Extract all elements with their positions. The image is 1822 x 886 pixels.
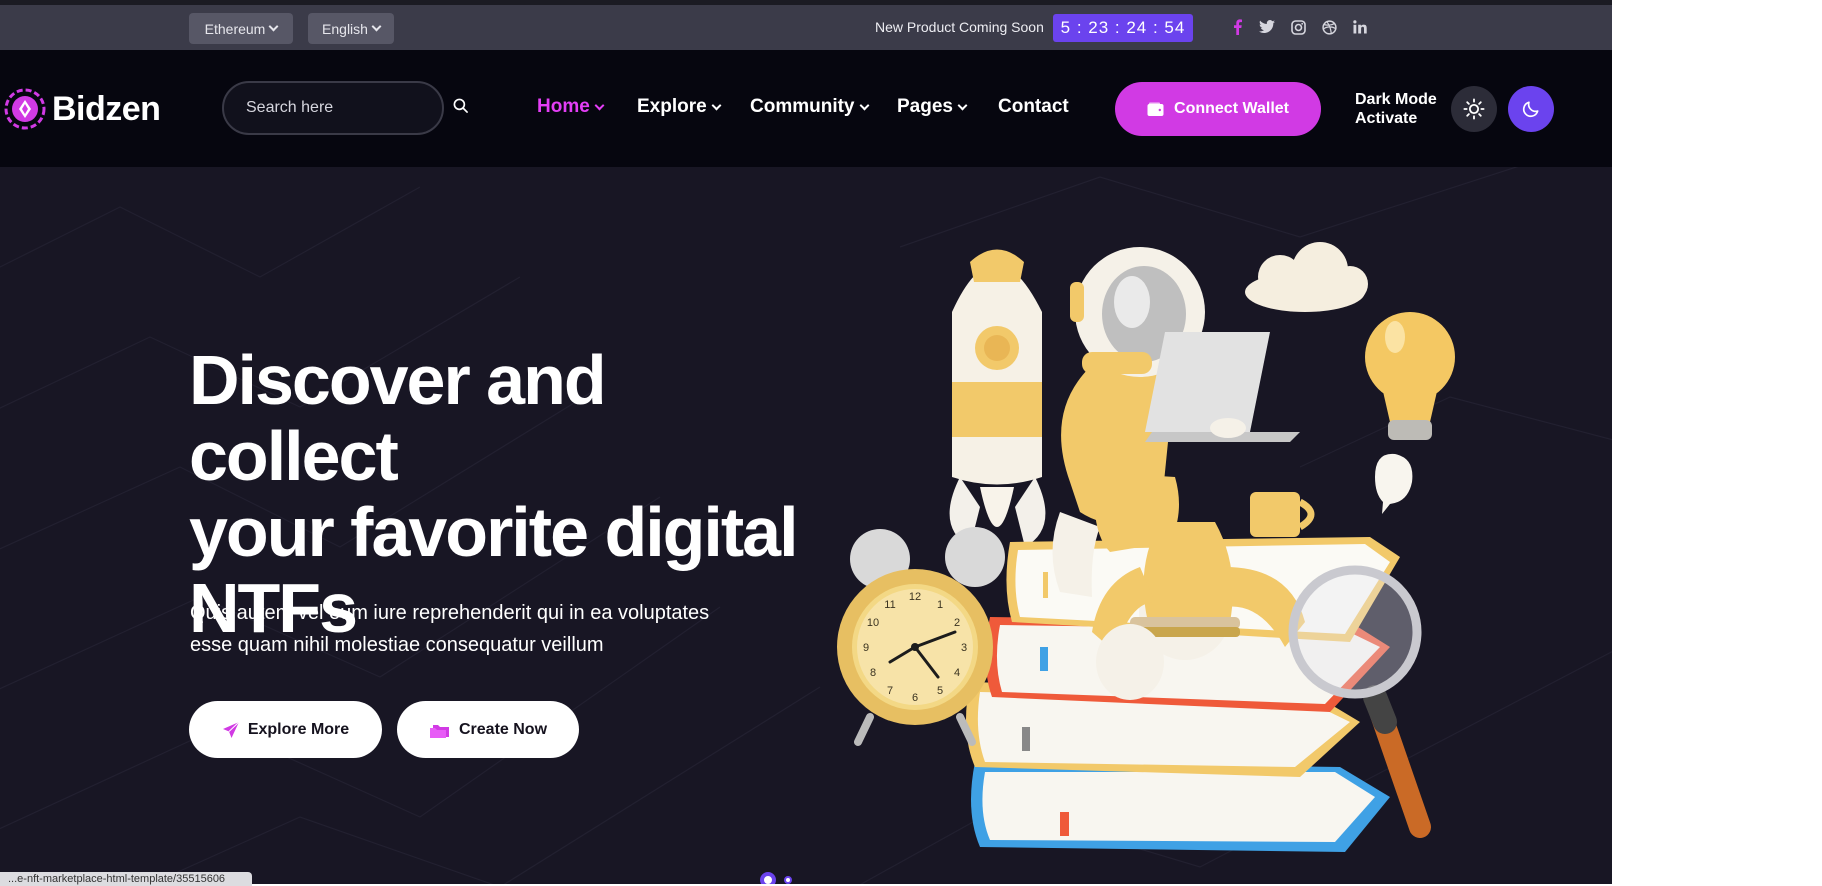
slider-pagination <box>760 872 792 884</box>
connect-wallet-label: Connect Wallet <box>1174 100 1289 117</box>
nav-contact-label: Contact <box>998 96 1069 117</box>
hero-section: Discover and collect your favorite digit… <box>0 167 1612 884</box>
countdown-timer: 5 : 23 : 24 : 54 <box>1053 14 1193 42</box>
svg-text:10: 10 <box>867 617 879 629</box>
search-input[interactable] <box>246 99 453 117</box>
svg-text:4: 4 <box>954 667 960 679</box>
svg-text:7: 7 <box>887 685 893 697</box>
svg-text:1: 1 <box>937 599 943 611</box>
chevron-down-icon <box>859 100 869 111</box>
logo-icon <box>4 88 46 130</box>
create-now-button[interactable]: Create Now <box>397 701 579 758</box>
lightbulb-icon <box>1365 312 1455 440</box>
light-mode-button[interactable] <box>1451 86 1497 132</box>
announcement-text: New Product Coming Soon <box>875 19 1044 35</box>
hero-title-line: your favorite digital <box>189 493 799 571</box>
logo-text: Bidzen <box>52 89 161 128</box>
facebook-icon[interactable] <box>1228 18 1246 36</box>
wallet-icon <box>1147 102 1164 116</box>
create-now-label: Create Now <box>458 720 548 738</box>
moon-icon <box>1522 101 1539 118</box>
dribbble-icon[interactable] <box>1320 18 1338 36</box>
hero-title-line: Discover and collect <box>189 341 607 495</box>
svg-text:5: 5 <box>937 685 943 697</box>
hero-subtitle: Quis autem vel eum iure reprehenderit qu… <box>190 597 750 661</box>
svg-text:6: 6 <box>912 692 918 704</box>
speech-bubble-icon <box>1375 453 1413 514</box>
logo[interactable]: Bidzen <box>4 88 161 130</box>
network-select[interactable]: Ethereum <box>189 13 293 44</box>
linkedin-icon[interactable] <box>1351 18 1369 36</box>
hero-subtitle-line: Quis autem vel eum iure reprehenderit qu… <box>190 602 710 624</box>
svg-text:3: 3 <box>961 642 967 654</box>
nav-home[interactable]: Home <box>537 96 605 118</box>
rocket-icon <box>949 249 1046 547</box>
top-bar: Ethereum English New Product Coming Soon… <box>0 0 1612 50</box>
language-select[interactable]: English <box>308 13 394 44</box>
dark-mode-button[interactable] <box>1508 86 1554 132</box>
astronaut-illustration: 12 1 2 3 4 5 6 7 8 9 10 11 <box>837 242 1455 852</box>
svg-text:9: 9 <box>863 642 869 654</box>
nav-explore[interactable]: Explore <box>637 96 722 118</box>
instagram-icon[interactable] <box>1289 18 1307 36</box>
chevron-down-icon <box>268 21 279 32</box>
browser-status-url: ...e-nft-marketplace-html-template/35515… <box>0 872 252 886</box>
slider-dot-active[interactable] <box>760 872 776 884</box>
nav-contact[interactable]: Contact <box>998 96 1069 118</box>
chevron-down-icon <box>957 100 968 111</box>
dark-mode-label: Dark Mode Activate <box>1355 90 1437 128</box>
nav-community-label: Community <box>750 96 855 117</box>
main-header: Bidzen Home Explore Community Pages Cont… <box>0 50 1612 167</box>
hero-subtitle-line: esse quam nihil molestiae consequatur ve… <box>190 634 604 656</box>
nav-explore-label: Explore <box>637 96 707 117</box>
chevron-down-icon <box>371 21 382 32</box>
language-select-value: English <box>322 20 368 37</box>
connect-wallet-button[interactable]: Connect Wallet <box>1115 82 1321 136</box>
svg-text:12: 12 <box>909 591 921 603</box>
paper-plane-icon <box>222 721 240 738</box>
search-box[interactable] <box>222 81 468 135</box>
search-icon[interactable] <box>453 98 468 118</box>
chevron-down-icon <box>594 100 605 111</box>
page: Ethereum English New Product Coming Soon… <box>0 0 1612 884</box>
svg-text:11: 11 <box>884 599 895 611</box>
nav-home-label: Home <box>537 96 590 117</box>
svg-text:8: 8 <box>870 667 876 679</box>
nav-community[interactable]: Community <box>750 96 869 118</box>
sun-icon <box>1463 98 1485 120</box>
dark-mode-label-line1: Dark Mode <box>1355 91 1437 108</box>
chevron-down-icon <box>711 100 722 111</box>
folders-icon <box>429 724 449 738</box>
twitter-icon[interactable] <box>1258 18 1276 36</box>
explore-more-label: Explore More <box>247 720 350 738</box>
network-select-value: Ethereum <box>204 20 266 37</box>
slider-dot[interactable] <box>784 876 792 884</box>
explore-more-button[interactable]: Explore More <box>189 701 382 758</box>
nav-pages-label: Pages <box>897 96 953 117</box>
cloud-icon <box>1245 242 1368 312</box>
nav-pages[interactable]: Pages <box>897 96 968 118</box>
svg-text:2: 2 <box>954 617 960 629</box>
dark-mode-label-line2: Activate <box>1355 110 1418 127</box>
